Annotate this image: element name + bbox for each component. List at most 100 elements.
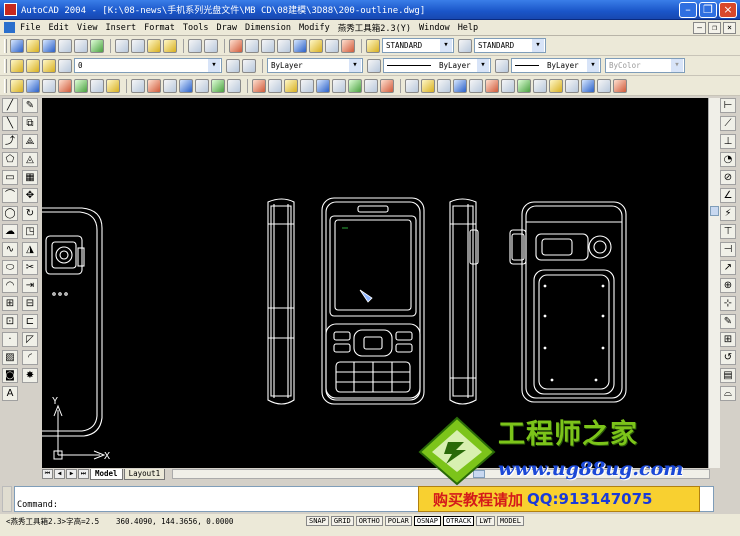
publish-icon[interactable]	[90, 38, 104, 53]
extend-icon[interactable]: ⇥	[22, 278, 38, 293]
open-file-icon[interactable]	[26, 38, 40, 53]
zoom-previous-icon[interactable]	[277, 38, 291, 53]
chamfer-icon[interactable]: ◸	[22, 332, 38, 347]
otrack-toggle[interactable]: OTRACK	[442, 516, 475, 526]
autocad-app-icon[interactable]	[4, 3, 17, 16]
copy-icon[interactable]	[131, 38, 145, 53]
rectangle-icon[interactable]: ▭	[2, 170, 18, 185]
continue-dimension-icon[interactable]: ⊣	[720, 242, 736, 257]
tool-icon[interactable]	[549, 78, 563, 93]
menu-dimension[interactable]: Dimension	[245, 23, 291, 33]
doc-restore-button[interactable]: ❐	[708, 21, 721, 34]
help-icon[interactable]	[341, 38, 355, 53]
revision-cloud-icon[interactable]: ☁	[2, 224, 18, 239]
tool-icon[interactable]	[284, 78, 298, 93]
diameter-dimension-icon[interactable]: ⊘	[720, 170, 736, 185]
text-style-select[interactable]: STANDARD	[382, 38, 454, 53]
tool-icon[interactable]	[501, 78, 515, 93]
dimension-edit-icon[interactable]: ✎	[720, 314, 736, 329]
dim-style-icon[interactable]	[458, 38, 472, 53]
tool-icon[interactable]	[163, 78, 177, 93]
dim-style-select[interactable]: STANDARD	[474, 38, 546, 53]
make-current-layer-icon[interactable]	[226, 58, 240, 73]
trim-icon[interactable]: ✂	[22, 260, 38, 275]
match-properties-icon[interactable]	[163, 38, 177, 53]
spline-icon[interactable]: ∿	[2, 242, 18, 257]
maximize-button[interactable]: ❐	[699, 1, 717, 18]
menu-edit[interactable]: Edit	[48, 23, 68, 33]
tool-icon[interactable]	[405, 78, 419, 93]
first-tab-button[interactable]: ⏮	[42, 469, 53, 479]
move-icon[interactable]: ✥	[22, 188, 38, 203]
scale-icon[interactable]: ◳	[22, 224, 38, 239]
tool-icon[interactable]	[90, 78, 104, 93]
insert-block-icon[interactable]: ⊞	[2, 296, 18, 311]
doc-close-button[interactable]: ×	[723, 21, 736, 34]
break-icon[interactable]: ⊟	[22, 296, 38, 311]
tool-icon[interactable]	[453, 78, 467, 93]
paste-icon[interactable]	[147, 38, 161, 53]
tool-icon[interactable]	[147, 78, 161, 93]
vertical-scrollbar[interactable]	[708, 98, 720, 468]
menu-yanxiu-toolbox[interactable]: 燕秀工具箱2.3(Y)	[338, 22, 411, 34]
tolerance-icon[interactable]: ⊕	[720, 278, 736, 293]
tool-icon[interactable]	[565, 78, 579, 93]
toolbar-grip[interactable]	[4, 38, 7, 53]
prev-tab-button[interactable]: ◀	[54, 469, 65, 479]
menu-file[interactable]: File	[20, 23, 40, 33]
construction-line-icon[interactable]: ╲	[2, 116, 18, 131]
tool-icon[interactable]	[517, 78, 531, 93]
grid-toggle[interactable]: GRID	[330, 516, 354, 526]
array-icon[interactable]: ▦	[22, 170, 38, 185]
baseline-dimension-icon[interactable]: ⊤	[720, 224, 736, 239]
tool-icon[interactable]	[195, 78, 209, 93]
linear-dimension-icon[interactable]: ⊢	[720, 98, 736, 113]
command-window-grip[interactable]	[2, 486, 12, 512]
properties-icon[interactable]	[293, 38, 307, 53]
tool-icon[interactable]	[106, 78, 120, 93]
tool-palettes-icon[interactable]	[325, 38, 339, 53]
offset-icon[interactable]: ◬	[22, 152, 38, 167]
menu-modify[interactable]: Modify	[299, 23, 330, 33]
polygon-icon[interactable]: ⬠	[2, 152, 18, 167]
linetype-select[interactable]: ByLayer	[383, 58, 491, 73]
tool-icon[interactable]	[533, 78, 547, 93]
tool-icon[interactable]	[131, 78, 145, 93]
tool-icon[interactable]	[380, 78, 394, 93]
text-style-icon[interactable]	[366, 38, 380, 53]
polar-toggle[interactable]: POLAR	[384, 516, 412, 526]
layer-previous-icon[interactable]	[242, 58, 256, 73]
tool-icon[interactable]	[485, 78, 499, 93]
vertical-scroll-thumb[interactable]	[710, 206, 719, 216]
menu-tools[interactable]: Tools	[183, 23, 209, 33]
design-center-icon[interactable]	[309, 38, 323, 53]
circle-icon[interactable]: ◯	[2, 206, 18, 221]
plotstyle-select[interactable]: ByColor	[605, 58, 685, 73]
tool-icon[interactable]	[300, 78, 314, 93]
layer-manager-icon[interactable]	[10, 58, 24, 73]
tool-icon[interactable]	[581, 78, 595, 93]
tab-layout1[interactable]: Layout1	[123, 468, 166, 480]
tool-icon[interactable]	[227, 78, 241, 93]
print-icon[interactable]	[58, 38, 72, 53]
snap-toggle[interactable]: SNAP	[306, 516, 329, 526]
arc-icon[interactable]: ⌒	[2, 188, 18, 203]
zoom-window-icon[interactable]	[261, 38, 275, 53]
mirror-icon[interactable]: ⟁	[22, 134, 38, 149]
menu-insert[interactable]: Insert	[105, 23, 136, 33]
tool-icon[interactable]	[268, 78, 282, 93]
menu-draw[interactable]: Draw	[216, 23, 236, 33]
arc-length-icon[interactable]: ⌓	[720, 386, 736, 401]
color-select[interactable]: ByLayer	[267, 58, 363, 73]
tool-icon[interactable]	[316, 78, 330, 93]
save-icon[interactable]	[42, 38, 56, 53]
stretch-icon[interactable]: ◮	[22, 242, 38, 257]
last-tab-button[interactable]: ⏭	[78, 469, 89, 479]
tool-icon[interactable]	[58, 78, 72, 93]
close-button[interactable]: ×	[719, 1, 737, 18]
tool-icon[interactable]	[613, 78, 627, 93]
tool-icon[interactable]	[26, 78, 40, 93]
rotate-icon[interactable]: ↻	[22, 206, 38, 221]
menu-window[interactable]: Window	[419, 23, 450, 33]
tool-icon[interactable]	[211, 78, 225, 93]
